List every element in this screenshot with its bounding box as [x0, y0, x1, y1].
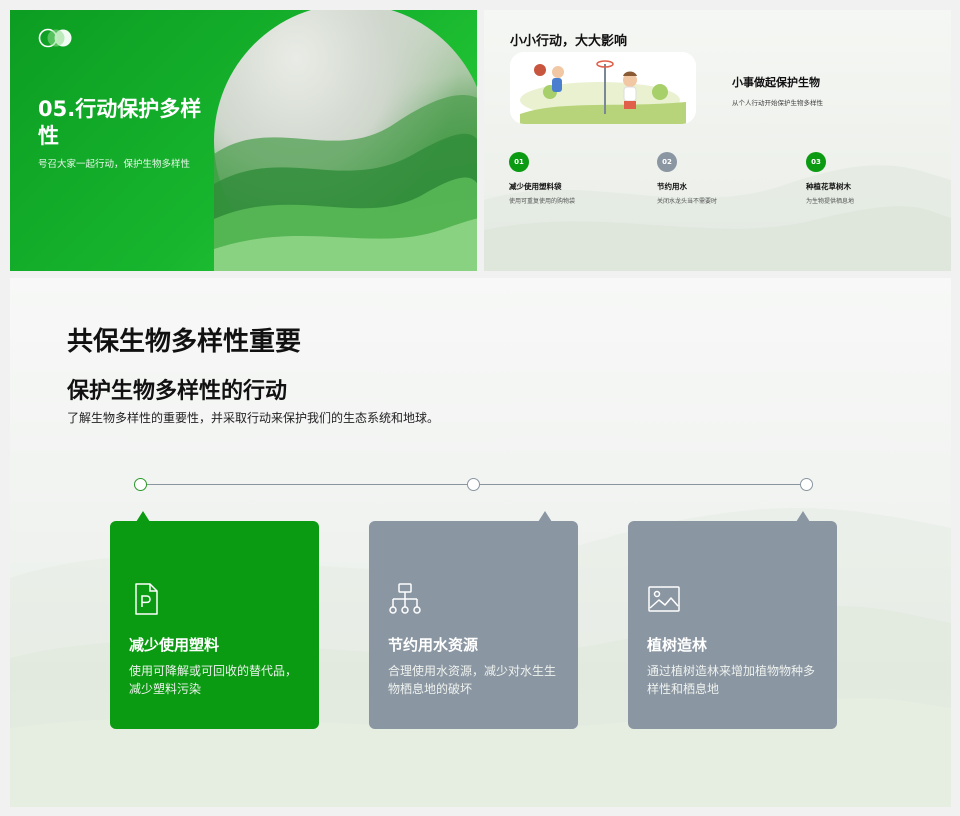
page-title: 共保生物多样性重要 [67, 327, 302, 357]
slide-subtitle: 号召大家一起行动，保护生物多样性 [38, 159, 191, 170]
card-title: 植树造林 [647, 636, 708, 654]
kids-playing-illustration [510, 52, 696, 124]
step-title: 减少使用塑料袋 [509, 182, 562, 191]
step-title: 种植花草树木 [806, 182, 851, 191]
card-description: 通过植树造林来增加植物物种多样性和栖息地 [647, 664, 816, 696]
section-title: 保护生物多样性的行动 [67, 379, 288, 404]
step-description: 为生物提供栖息地 [806, 198, 855, 205]
step-number-badge: 01 [509, 152, 529, 172]
step-description: 关闭水龙头当不需要时 [657, 198, 718, 205]
side-subtitle: 从个人行动开始保护生物多样性 [732, 99, 823, 107]
slide-main: 共保生物多样性重要 保护生物多样性的行动 了解生物多样性的重要性，并采取行动来保… [10, 278, 951, 807]
card-pointer [796, 511, 810, 522]
timeline-node [467, 478, 480, 491]
card-title: 节约用水资源 [388, 636, 479, 654]
step-item: 01 减少使用塑料袋 使用可重复使用的购物袋 [509, 152, 659, 205]
image-icon [648, 586, 680, 612]
action-card: 减少使用塑料 使用可降解或可回收的替代品，减少塑料污染 [110, 511, 319, 729]
slide-thumbnail-2[interactable]: 小小行动，大大影响 小事做起保护生物 从个人行动开始保护生物多样性 01 减少使… [484, 10, 951, 271]
card-pointer [538, 511, 552, 522]
card-title: 减少使用塑料 [129, 636, 220, 654]
step-number-badge: 03 [806, 152, 826, 172]
step-description: 使用可重复使用的购物袋 [509, 198, 576, 205]
slide-title: 05.行动保护多样性 [38, 97, 202, 148]
slide-heading: 小小行动，大大影响 [510, 34, 628, 49]
document-p-icon [135, 583, 158, 615]
step-title: 节约用水 [657, 182, 687, 191]
green-waves-image [214, 10, 477, 271]
section-description: 了解生物多样性的重要性，并采取行动来保护我们的生态系统和地球。 [67, 411, 440, 425]
step-number-badge: 02 [657, 152, 677, 172]
hierarchy-icon [389, 583, 421, 614]
logo-circles-icon [38, 28, 72, 48]
card-description: 合理使用水资源，减少对水生生物栖息地的破坏 [388, 664, 557, 696]
action-card: 植树造林 通过植树造林来增加植物物种多样性和栖息地 [628, 511, 837, 729]
card-pointer [136, 511, 150, 522]
step-item: 03 种植花草树木 为生物提供栖息地 [806, 152, 951, 205]
timeline-node [134, 478, 147, 491]
timeline-node [800, 478, 813, 491]
action-card: 节约用水资源 合理使用水资源，减少对水生生物栖息地的破坏 [369, 511, 578, 729]
slide-thumbnail-1[interactable]: 05.行动保护多样性 号召大家一起行动，保护生物多样性 [10, 10, 477, 271]
side-title: 小事做起保护生物 [732, 76, 820, 89]
card-description: 使用可降解或可回收的替代品，减少塑料污染 [129, 664, 298, 696]
step-item: 02 节约用水 关闭水龙头当不需要时 [657, 152, 807, 205]
